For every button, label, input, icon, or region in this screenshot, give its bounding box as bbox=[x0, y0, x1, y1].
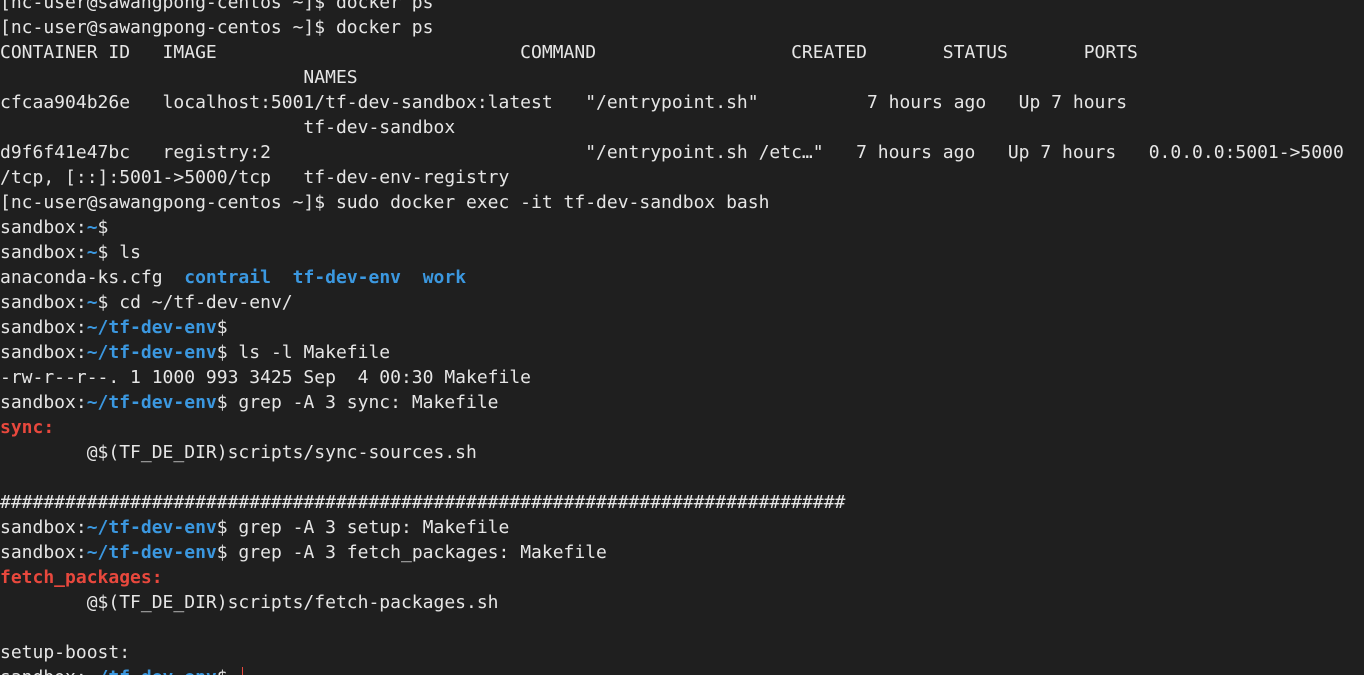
prompt-symbol: $ bbox=[216, 317, 228, 338]
prompt-line: sandbox:~/tf-dev-env$ grep -A 3 sync: Ma… bbox=[0, 390, 1364, 415]
output-text: [nc-user@sawangpong-centos ~]$ docker ps bbox=[0, 0, 434, 13]
prompt-symbol: $ bbox=[216, 392, 228, 413]
output-text: NAMES bbox=[0, 67, 358, 88]
output-line: NAMES bbox=[0, 65, 1364, 90]
prompt-symbol: $ bbox=[216, 342, 228, 363]
make-target: sync: bbox=[0, 417, 55, 438]
output-text: [nc-user@sawangpong-centos ~]$ sudo dock… bbox=[0, 192, 770, 213]
command-text: ls bbox=[108, 242, 141, 263]
output-text: /tcp, [::]:5001->5000/tcp tf-dev-env-reg… bbox=[0, 167, 510, 188]
prompt-path: ~/tf-dev-env bbox=[86, 542, 217, 563]
prompt-line: sandbox:~$ ls bbox=[0, 240, 1364, 265]
make-target-line: sync: bbox=[0, 415, 1364, 440]
output-line: [nc-user@sawangpong-centos ~]$ sudo dock… bbox=[0, 190, 1364, 215]
prompt-path: ~/tf-dev-env bbox=[86, 317, 217, 338]
prompt-symbol: $ bbox=[97, 242, 109, 263]
prompt-path: ~/tf-dev-env bbox=[86, 342, 217, 363]
prompt-host: sandbox: bbox=[0, 342, 87, 363]
prompt-path: ~ bbox=[86, 217, 98, 238]
prompt-symbol: $ bbox=[97, 217, 109, 238]
prompt-symbol: $ bbox=[97, 292, 109, 313]
prompt-line: sandbox:~/tf-dev-env$ bbox=[0, 315, 1364, 340]
prompt-host: sandbox: bbox=[0, 217, 87, 238]
output-line: ########################################… bbox=[0, 490, 1364, 515]
prompt-line: sandbox:~$ cd ~/tf-dev-env/ bbox=[0, 290, 1364, 315]
output-text: setup-boost: bbox=[0, 642, 131, 663]
command-text: cd ~/tf-dev-env/ bbox=[108, 292, 293, 313]
output-text: @$(TF_DE_DIR)scripts/fetch-packages.sh bbox=[0, 592, 499, 613]
prompt-host: sandbox: bbox=[0, 667, 87, 675]
prompt-host: sandbox: bbox=[0, 242, 87, 263]
prompt-host: sandbox: bbox=[0, 517, 87, 538]
command-text: grep -A 3 setup: Makefile bbox=[227, 517, 510, 538]
prompt-path: ~ bbox=[86, 242, 98, 263]
output-text: cfcaa904b26e localhost:5001/tf-dev-sandb… bbox=[0, 92, 1128, 113]
output-line: @$(TF_DE_DIR)scripts/fetch-packages.sh bbox=[0, 590, 1364, 615]
prompt-line: sandbox:~/tf-dev-env$ grep -A 3 setup: M… bbox=[0, 515, 1364, 540]
ls-output-line: anaconda-ks.cfg contrail tf-dev-env work bbox=[0, 265, 1364, 290]
command-text: ls -l Makefile bbox=[227, 342, 391, 363]
prompt-symbol: $ bbox=[216, 517, 228, 538]
terminal-window[interactable]: [nc-user@sawangpong-centos ~]$ docker ps… bbox=[0, 0, 1364, 675]
prompt-path: ~/tf-dev-env bbox=[86, 517, 217, 538]
output-line: @$(TF_DE_DIR)scripts/sync-sources.sh bbox=[0, 440, 1364, 465]
command-text bbox=[228, 667, 239, 675]
output-text: ########################################… bbox=[0, 492, 846, 513]
prompt-path: ~ bbox=[86, 292, 98, 313]
output-line: /tcp, [::]:5001->5000/tcp tf-dev-env-reg… bbox=[0, 165, 1364, 190]
output-text: [nc-user@sawangpong-centos ~]$ docker ps bbox=[0, 17, 434, 38]
prompt-line: sandbox:~/tf-dev-env$ grep -A 3 fetch_pa… bbox=[0, 540, 1364, 565]
output-line: CONTAINER ID IMAGE COMMAND CREATED STATU… bbox=[0, 40, 1364, 65]
command-text: grep -A 3 fetch_packages: Makefile bbox=[227, 542, 607, 563]
text-cursor bbox=[242, 667, 244, 675]
prompt-path: ~/tf-dev-env bbox=[86, 392, 217, 413]
output-line: tf-dev-sandbox bbox=[0, 115, 1364, 140]
output-line: cfcaa904b26e localhost:5001/tf-dev-sandb… bbox=[0, 90, 1364, 115]
output-line: [nc-user@sawangpong-centos ~]$ docker ps bbox=[0, 15, 1364, 40]
prompt-line: sandbox:~$ bbox=[0, 215, 1364, 240]
terminal-output: [nc-user@sawangpong-centos ~]$ docker ps… bbox=[0, 0, 1364, 675]
directory-entry: tf-dev-env bbox=[292, 267, 402, 288]
directory-entry: work bbox=[422, 267, 467, 288]
prompt-symbol: $ bbox=[216, 542, 228, 563]
output-text: d9f6f41e47bc registry:2 "/entrypoint.sh … bbox=[0, 142, 1344, 163]
prompt-line: sandbox:~/tf-dev-env$ bbox=[0, 665, 1364, 675]
prompt-host: sandbox: bbox=[0, 392, 87, 413]
prompt-line: sandbox:~/tf-dev-env$ ls -l Makefile bbox=[0, 340, 1364, 365]
output-line: [nc-user@sawangpong-centos ~]$ docker ps bbox=[0, 0, 1364, 15]
file-entry: anaconda-ks.cfg bbox=[0, 267, 163, 288]
prompt-symbol: $ bbox=[217, 667, 228, 675]
prompt-host: sandbox: bbox=[0, 317, 87, 338]
prompt-host: sandbox: bbox=[0, 292, 87, 313]
prompt-host: sandbox: bbox=[0, 542, 87, 563]
output-text: @$(TF_DE_DIR)scripts/sync-sources.sh bbox=[0, 442, 477, 463]
make-target-line: fetch_packages: bbox=[0, 565, 1364, 590]
output-line: d9f6f41e47bc registry:2 "/entrypoint.sh … bbox=[0, 140, 1364, 165]
prompt-path: ~/tf-dev-env bbox=[87, 667, 217, 675]
output-line: -rw-r--r--. 1 1000 993 3425 Sep 4 00:30 … bbox=[0, 365, 1364, 390]
output-text: -rw-r--r--. 1 1000 993 3425 Sep 4 00:30 … bbox=[0, 367, 532, 388]
make-target: fetch_packages: bbox=[0, 567, 163, 588]
command-text: grep -A 3 sync: Makefile bbox=[227, 392, 499, 413]
output-text: tf-dev-sandbox bbox=[0, 117, 456, 138]
directory-entry: contrail bbox=[184, 267, 271, 288]
output-text: CONTAINER ID IMAGE COMMAND CREATED STATU… bbox=[0, 42, 1138, 63]
output-line: setup-boost: bbox=[0, 640, 1364, 665]
